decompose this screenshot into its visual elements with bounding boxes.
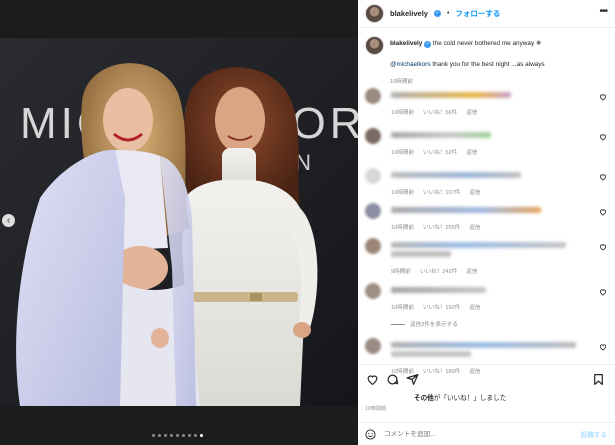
heart-icon[interactable]: [599, 208, 607, 216]
comment-time: 9時間前: [391, 269, 411, 275]
caption-time: 10時間前: [390, 79, 414, 85]
comment-likes[interactable]: いいね！242件: [420, 267, 457, 275]
carousel-dot: [176, 434, 179, 437]
comment-time: 10時間前: [391, 305, 415, 311]
carousel-dot: [158, 434, 161, 437]
comment-box: 投稿する: [358, 422, 615, 445]
reply-button[interactable]: 返信: [469, 188, 480, 196]
avatar[interactable]: [365, 168, 381, 184]
username-link[interactable]: blakelively: [390, 9, 428, 18]
heart-icon[interactable]: [599, 343, 607, 351]
separator-dot: •: [446, 10, 450, 17]
blurred-comment: [391, 172, 521, 178]
avatar[interactable]: [365, 203, 381, 219]
caption-username[interactable]: blakelively: [390, 40, 422, 47]
avatar[interactable]: [365, 4, 384, 23]
blurred-comment: [391, 207, 541, 213]
comment-likes[interactable]: いいね！107件: [423, 188, 460, 196]
caption-text: the cold never bothered me anyway ❄: [432, 40, 542, 47]
heart-icon[interactable]: [599, 243, 607, 251]
carousel-dot: [182, 434, 185, 437]
comment-likes[interactable]: いいね！56件: [423, 108, 457, 116]
heart-icon[interactable]: [599, 133, 607, 141]
verified-icon: ✓: [424, 41, 432, 48]
comment-likes[interactable]: いいね！192件: [423, 303, 460, 311]
reply-button[interactable]: 返信: [466, 148, 477, 156]
post-header: blakelively ✓ • フォローする •••: [358, 0, 615, 28]
comment-time: 10時間前: [391, 110, 415, 116]
blurred-comment: [391, 92, 511, 98]
post-time: 10時間前: [365, 406, 387, 412]
emoji-icon[interactable]: [365, 428, 376, 440]
heart-icon[interactable]: [599, 288, 607, 296]
view-replies-label: 返信2件を表示する: [410, 322, 458, 328]
reply-button[interactable]: 返信: [469, 223, 480, 231]
comment-time: 10時間前: [391, 225, 415, 231]
reply-button[interactable]: 返信: [469, 303, 480, 311]
share-icon[interactable]: [406, 373, 419, 386]
likes-suffix: が「いいね！」しました: [433, 395, 507, 402]
instagram-post-modal: MICHAEL KORS ON: [0, 0, 615, 445]
comment-input[interactable]: [384, 430, 573, 438]
comment-likes[interactable]: いいね！52件: [423, 148, 457, 156]
avatar[interactable]: [365, 238, 381, 254]
comment-time: 10時間前: [391, 150, 415, 156]
heart-icon[interactable]: [599, 173, 607, 181]
photo-illustration: MICHAEL KORS ON: [0, 38, 358, 406]
carousel-dot: [152, 434, 155, 437]
post-side-panel: blakelively ✓ • フォローする ••• blakelively ✓…: [358, 0, 615, 445]
avatar[interactable]: [365, 283, 381, 299]
blurred-comment: [391, 287, 486, 293]
blurred-comment: [391, 351, 471, 357]
heart-icon[interactable]: [366, 373, 379, 386]
caption-text-line2: thank you for the best night ...as alway…: [432, 61, 545, 68]
avatar[interactable]: [365, 36, 384, 55]
post-comment-button[interactable]: 投稿する: [581, 429, 607, 439]
action-bar: [358, 364, 615, 392]
carousel-dot: [194, 434, 197, 437]
carousel-dot: [170, 434, 173, 437]
previous-image-button[interactable]: ‹: [2, 214, 15, 227]
view-replies-button[interactable]: 返信2件を表示する: [391, 320, 458, 328]
caption: blakelively ✓ the cold never bothered me…: [358, 28, 615, 85]
blurred-comment: [391, 342, 576, 348]
follow-button[interactable]: フォローする: [455, 8, 500, 19]
post-photo[interactable]: MICHAEL KORS ON: [0, 38, 358, 406]
carousel-dot: [164, 434, 167, 437]
carousel-dot: [188, 434, 191, 437]
blurred-comment: [391, 132, 491, 138]
avatar[interactable]: [365, 128, 381, 144]
heart-icon[interactable]: [599, 93, 607, 101]
comment-likes[interactable]: いいね！255件: [423, 223, 460, 231]
replies-line: [391, 323, 405, 325]
verified-icon: ✓: [433, 10, 441, 17]
avatar[interactable]: [365, 338, 381, 354]
comment-time: 10時間前: [391, 190, 415, 196]
mention-link[interactable]: @michaelkors: [390, 61, 431, 68]
carousel-indicator: [152, 434, 203, 437]
avatar[interactable]: [365, 88, 381, 104]
bookmark-icon[interactable]: [592, 373, 605, 386]
comment-icon[interactable]: [386, 373, 399, 386]
likes-others-link[interactable]: その他: [414, 395, 434, 402]
likes-summary: その他が「いいね！」しました: [414, 392, 506, 402]
carousel-dot-active: [200, 434, 203, 437]
blurred-comment: [391, 242, 566, 248]
reply-button[interactable]: 返信: [466, 267, 477, 275]
blurred-comment: [391, 251, 451, 257]
reply-button[interactable]: 返信: [466, 108, 477, 116]
more-options-button[interactable]: •••: [599, 6, 607, 17]
